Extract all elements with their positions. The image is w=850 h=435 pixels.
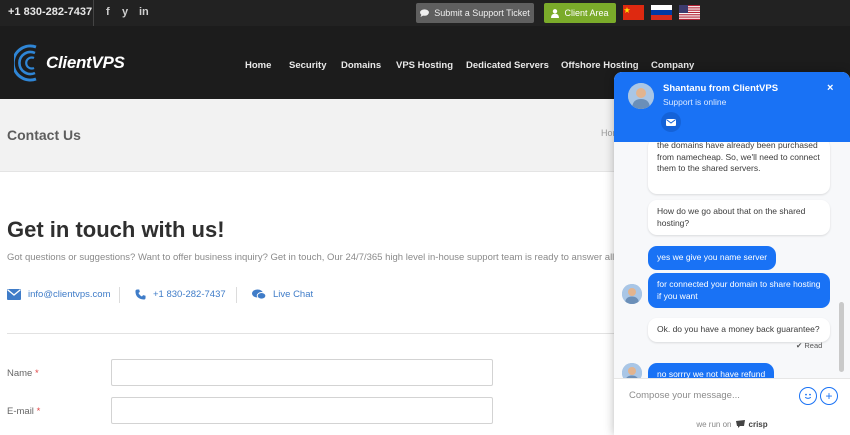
chat-header: Shantanu from ClientVPS Support is onlin… — [614, 72, 850, 142]
agent-avatar — [628, 83, 654, 109]
china-flag-graphic — [623, 7, 631, 13]
top-bar: +1 830-282-7437 f y in Submit a Support … — [0, 0, 850, 26]
add-attachment-icon[interactable]: + — [820, 387, 838, 405]
name-label: Name * — [7, 368, 39, 379]
chat-widget: Shantanu from ClientVPS Support is onlin… — [614, 72, 850, 435]
envelope-icon — [7, 289, 21, 300]
contact-divider — [119, 287, 120, 303]
nav-vps-hosting[interactable]: VPS Hosting — [396, 60, 453, 71]
usa-flag-icon[interactable] — [679, 5, 700, 20]
read-receipt-label: Read — [804, 341, 823, 350]
compose-input[interactable]: Compose your message... — [629, 390, 740, 401]
nav-security[interactable]: Security — [289, 60, 327, 71]
agent-mini-avatar-graphic — [622, 363, 642, 378]
contact-email: info@clientvps.com — [28, 289, 111, 300]
nav-offshore-hosting[interactable]: Offshore Hosting — [561, 60, 639, 71]
agent-avatar-graphic — [628, 83, 654, 109]
powered-by[interactable]: we run on crisp — [614, 413, 850, 435]
topbar-phone[interactable]: +1 830-282-7437 — [8, 6, 92, 18]
russia-flag-icon[interactable] — [651, 5, 672, 20]
nav-domains[interactable]: Domains — [341, 60, 381, 71]
emoji-icon[interactable] — [799, 387, 817, 405]
required-mark: * — [34, 368, 39, 379]
live-chat-link[interactable]: Live Chat — [252, 289, 313, 300]
contact-email-link[interactable]: info@clientvps.com — [7, 289, 111, 300]
name-label-text: Name — [7, 368, 33, 379]
page-title: Contact Us — [7, 127, 81, 143]
chat-message-visitor: the domains have already been purchased … — [648, 142, 830, 194]
topbar-divider — [93, 0, 94, 26]
contact-phone-link[interactable]: +1 830-282-7437 — [135, 289, 226, 300]
nav-company[interactable]: Company — [651, 60, 694, 71]
chat-message-visitor: Ok. do you have a money back guarantee? — [648, 318, 830, 342]
chat-compose[interactable]: Compose your message... + — [614, 378, 850, 413]
facebook-icon[interactable]: f — [106, 6, 110, 18]
chat-bubbles-icon — [252, 289, 266, 300]
envelope-icon — [666, 118, 676, 126]
agent-status: Support is online — [663, 97, 727, 107]
name-input[interactable] — [111, 359, 493, 386]
section-divider — [7, 333, 622, 334]
chat-close-icon[interactable]: × — [827, 82, 833, 94]
crisp-logo-icon — [735, 420, 745, 428]
site-logo[interactable]: ClientVPS — [14, 43, 134, 83]
powered-by-brand: crisp — [748, 419, 768, 429]
nav-dedicated-servers[interactable]: Dedicated Servers — [466, 60, 549, 71]
chat-email-button[interactable] — [661, 112, 681, 132]
usa-flag-graphic — [679, 5, 700, 20]
submit-support-ticket-button[interactable]: Submit a Support Ticket — [416, 3, 534, 23]
live-chat-label: Live Chat — [273, 289, 314, 300]
contact-divider — [236, 287, 237, 303]
logo-text: ClientVPS — [46, 53, 125, 72]
chat-bubble-icon — [420, 9, 430, 17]
china-flag-icon[interactable] — [623, 5, 644, 20]
powered-by-prefix: we run on — [696, 419, 732, 429]
required-mark: * — [36, 406, 41, 417]
phone-icon — [135, 289, 146, 300]
chat-scrollbar[interactable] — [839, 302, 844, 372]
email-input[interactable] — [111, 397, 493, 424]
nav-home[interactable]: Home — [245, 60, 271, 71]
client-area-button[interactable]: Client Area — [544, 3, 616, 23]
contact-phone: +1 830-282-7437 — [153, 289, 226, 300]
agent-mini-avatar-graphic — [622, 284, 642, 304]
chat-message-agent: yes we give you name server — [648, 246, 777, 270]
agent-name: Shantanu from ClientVPS — [663, 83, 779, 94]
contact-heading: Get in touch with us! — [7, 217, 225, 242]
linkedin-icon[interactable]: in — [139, 6, 149, 18]
smiley-graphic — [804, 393, 812, 399]
chat-message-visitor: How do we go about that on the shared ho… — [648, 200, 830, 235]
agent-mini-avatar — [622, 363, 642, 378]
chat-message-agent: for connected your domain to share hosti… — [648, 273, 830, 308]
read-receipt: ✔ Read — [796, 341, 823, 350]
logo-arcs-icon — [14, 44, 37, 82]
email-label-text: E-mail — [7, 406, 34, 417]
contact-lead-text: Got questions or suggestions? Want to of… — [7, 252, 622, 263]
twitter-icon[interactable]: y — [122, 6, 128, 18]
email-label: E-mail * — [7, 406, 40, 417]
user-icon — [551, 8, 560, 18]
support-button-label: Submit a Support Ticket — [434, 8, 530, 18]
agent-mini-avatar — [622, 284, 642, 304]
client-button-label: Client Area — [564, 8, 609, 18]
chat-message-agent: no sorrry we not have refund — [648, 363, 775, 378]
